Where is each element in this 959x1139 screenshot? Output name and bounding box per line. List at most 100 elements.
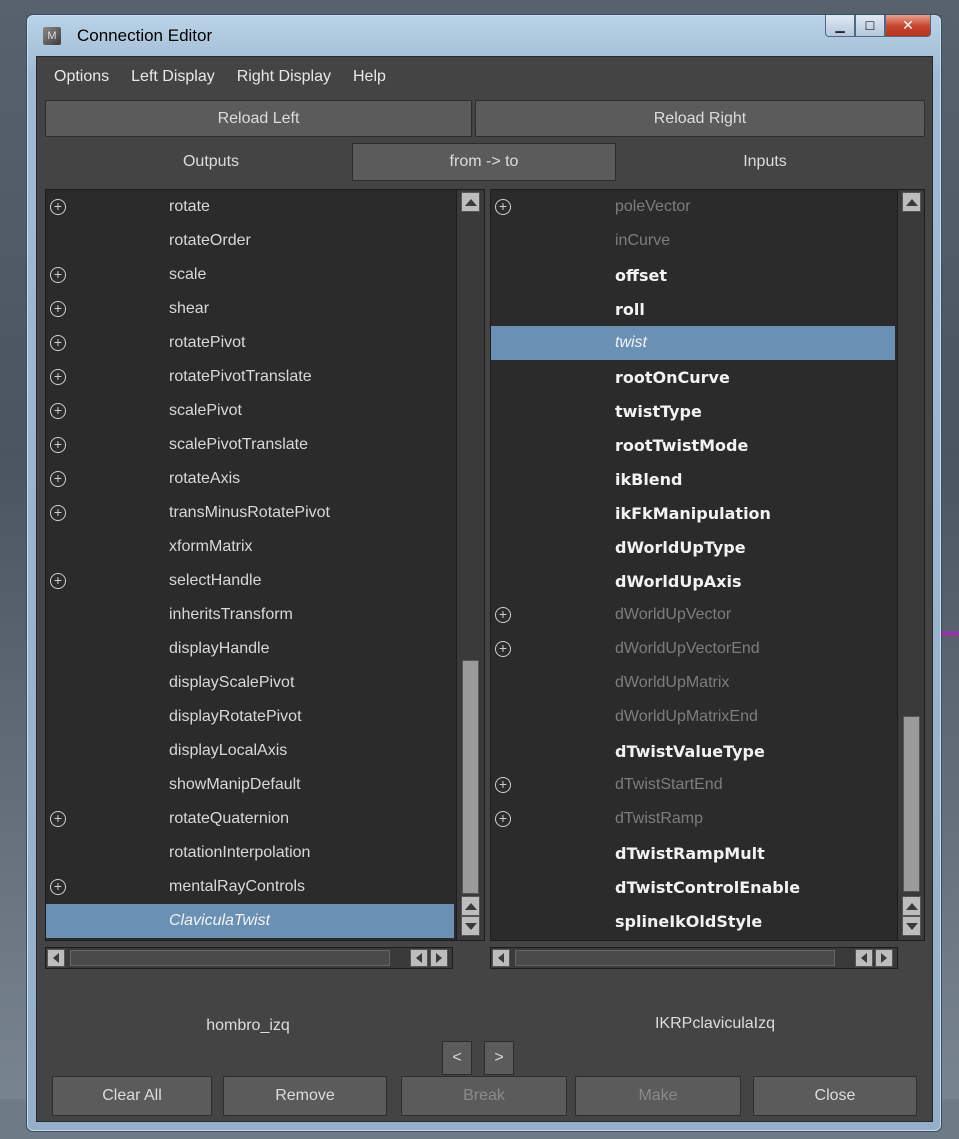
plus-circle-icon[interactable]: + bbox=[50, 369, 66, 385]
plus-circle-icon[interactable]: + bbox=[50, 573, 66, 589]
make-button[interactable]: Make bbox=[575, 1076, 741, 1116]
clear-all-button[interactable]: Clear All bbox=[52, 1076, 212, 1116]
plus-circle-icon[interactable]: + bbox=[495, 199, 511, 215]
menu-help[interactable]: Help bbox=[342, 68, 397, 86]
plus-circle-icon[interactable]: + bbox=[50, 879, 66, 895]
title-bar[interactable]: M Connection Editor ▁ ☐ ✕ bbox=[27, 15, 941, 57]
list-item[interactable]: + scalePivot bbox=[46, 394, 454, 428]
break-button[interactable]: Break bbox=[401, 1076, 567, 1116]
list-item[interactable]: + dTwistStartEnd bbox=[491, 768, 895, 802]
plus-circle-icon[interactable]: + bbox=[495, 607, 511, 623]
list-item[interactable]: twistType bbox=[491, 394, 895, 428]
list-item-label: ikFkManipulation bbox=[615, 504, 771, 523]
reload-left-button[interactable]: Reload Left bbox=[45, 100, 472, 137]
list-item[interactable]: dWorldUpType bbox=[491, 530, 895, 564]
plus-circle-icon[interactable]: + bbox=[50, 403, 66, 419]
list-item[interactable]: offset bbox=[491, 258, 895, 292]
scroll-left-arrow-icon[interactable] bbox=[47, 949, 65, 967]
list-item[interactable]: dWorldUpMatrix bbox=[491, 666, 895, 700]
list-item[interactable]: rootOnCurve bbox=[491, 360, 895, 394]
list-item[interactable]: rootTwistMode bbox=[491, 428, 895, 462]
list-item[interactable]: ikFkManipulation bbox=[491, 496, 895, 530]
list-item[interactable]: splineIkOldStyle bbox=[491, 904, 895, 938]
plus-circle-icon[interactable]: + bbox=[495, 811, 511, 827]
plus-circle-icon[interactable]: + bbox=[50, 335, 66, 351]
list-item[interactable]: + rotatePivotTranslate bbox=[46, 360, 454, 394]
plus-circle-icon[interactable]: + bbox=[50, 437, 66, 453]
scroll-up-arrow-icon[interactable] bbox=[902, 192, 921, 212]
list-item[interactable]: dTwistValueType bbox=[491, 734, 895, 768]
plus-circle-icon[interactable]: + bbox=[495, 777, 511, 793]
reload-right-button[interactable]: Reload Right bbox=[475, 100, 925, 137]
list-item[interactable]: + rotateQuaternion bbox=[46, 802, 454, 836]
plus-circle-icon[interactable]: + bbox=[50, 267, 66, 283]
scroll-up-arrow-icon[interactable] bbox=[902, 896, 921, 916]
list-item[interactable]: + dWorldUpVectorEnd bbox=[491, 632, 895, 666]
list-item[interactable]: + selectHandle bbox=[46, 564, 454, 598]
scroll-left-arrow-icon[interactable] bbox=[855, 949, 873, 967]
list-item[interactable]: + poleVector bbox=[491, 190, 895, 224]
list-item[interactable]: ClaviculaTwist bbox=[46, 904, 454, 938]
list-item[interactable]: + rotate bbox=[46, 190, 454, 224]
list-item[interactable]: + dTwistRamp bbox=[491, 802, 895, 836]
maximize-button[interactable]: ☐ bbox=[855, 15, 885, 37]
remove-button[interactable]: Remove bbox=[223, 1076, 387, 1116]
scroll-up-arrow-icon[interactable] bbox=[461, 896, 480, 916]
list-item[interactable]: + shear bbox=[46, 292, 454, 326]
list-item[interactable]: dWorldUpAxis bbox=[491, 564, 895, 598]
list-item[interactable]: displayScalePivot bbox=[46, 666, 454, 700]
menu-right-display[interactable]: Right Display bbox=[226, 68, 342, 86]
menu-left-display[interactable]: Left Display bbox=[120, 68, 226, 86]
scroll-left-arrow-icon[interactable] bbox=[492, 949, 510, 967]
scroll-left-arrow-icon[interactable] bbox=[410, 949, 428, 967]
inputs-vertical-scrollbar[interactable] bbox=[897, 190, 924, 940]
list-item[interactable]: dTwistRampMult bbox=[491, 836, 895, 870]
list-item[interactable]: + transMinusRotatePivot bbox=[46, 496, 454, 530]
previous-node-button[interactable]: < bbox=[442, 1041, 472, 1075]
close-button[interactable]: Close bbox=[753, 1076, 917, 1116]
list-item[interactable]: + scale bbox=[46, 258, 454, 292]
list-item[interactable]: + rotateAxis bbox=[46, 462, 454, 496]
list-item[interactable]: + scalePivotTranslate bbox=[46, 428, 454, 462]
inputs-scroll-thumb[interactable] bbox=[903, 716, 920, 892]
list-item[interactable]: + mentalRayControls bbox=[46, 870, 454, 904]
scroll-right-arrow-icon[interactable] bbox=[430, 949, 448, 967]
scroll-up-arrow-icon[interactable] bbox=[461, 192, 480, 212]
list-item[interactable]: twist bbox=[491, 326, 895, 360]
close-window-button[interactable]: ✕ bbox=[885, 15, 931, 37]
inputs-horizontal-scrollbar[interactable] bbox=[490, 947, 898, 969]
list-item[interactable]: rotationInterpolation bbox=[46, 836, 454, 870]
list-item[interactable]: displayHandle bbox=[46, 632, 454, 666]
list-item[interactable]: roll bbox=[491, 292, 895, 326]
list-item[interactable]: dTwistControlEnable bbox=[491, 870, 895, 904]
list-item[interactable]: inCurve bbox=[491, 224, 895, 258]
next-node-button[interactable]: > bbox=[484, 1041, 514, 1075]
plus-circle-icon[interactable]: + bbox=[50, 505, 66, 521]
scroll-down-arrow-icon[interactable] bbox=[902, 916, 921, 936]
list-item[interactable]: showManipDefault bbox=[46, 768, 454, 802]
list-item[interactable]: ikBlend bbox=[491, 462, 895, 496]
list-item[interactable]: + dWorldUpVector bbox=[491, 598, 895, 632]
list-item[interactable]: rotateOrder bbox=[46, 224, 454, 258]
list-item[interactable]: displayLocalAxis bbox=[46, 734, 454, 768]
scroll-right-arrow-icon[interactable] bbox=[875, 949, 893, 967]
minimize-button[interactable]: ▁ bbox=[825, 15, 855, 37]
list-item[interactable]: inheritsTransform bbox=[46, 598, 454, 632]
list-item[interactable]: displayRotatePivot bbox=[46, 700, 454, 734]
list-item[interactable]: dWorldUpMatrixEnd bbox=[491, 700, 895, 734]
outputs-vertical-scrollbar[interactable] bbox=[456, 190, 484, 940]
plus-circle-icon[interactable]: + bbox=[50, 199, 66, 215]
plus-circle-icon[interactable]: + bbox=[50, 301, 66, 317]
inputs-hscroll-thumb[interactable] bbox=[515, 950, 835, 966]
plus-circle-icon[interactable]: + bbox=[495, 641, 511, 657]
outputs-horizontal-scrollbar[interactable] bbox=[45, 947, 453, 969]
list-item[interactable]: + rotatePivot bbox=[46, 326, 454, 360]
scroll-down-arrow-icon[interactable] bbox=[461, 916, 480, 936]
direction-toggle-button[interactable]: from -> to bbox=[352, 143, 616, 181]
plus-circle-icon[interactable]: + bbox=[50, 811, 66, 827]
menu-options[interactable]: Options bbox=[43, 68, 120, 86]
outputs-hscroll-thumb[interactable] bbox=[70, 950, 390, 966]
outputs-scroll-thumb[interactable] bbox=[462, 660, 479, 894]
list-item[interactable]: xformMatrix bbox=[46, 530, 454, 564]
plus-circle-icon[interactable]: + bbox=[50, 471, 66, 487]
